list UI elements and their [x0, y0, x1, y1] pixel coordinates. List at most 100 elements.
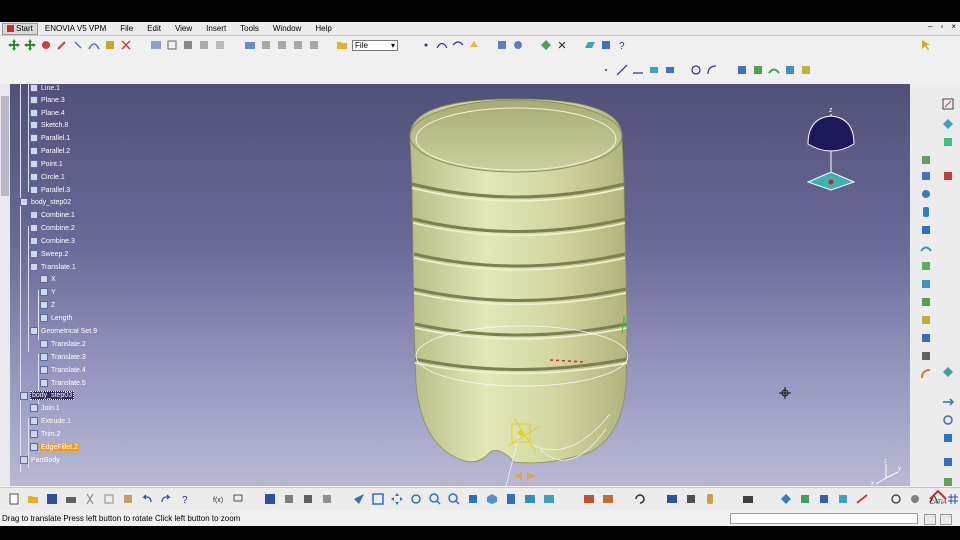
help-icon[interactable] [214, 39, 226, 51]
dot-icon[interactable] [600, 64, 612, 76]
new-icon[interactable] [8, 493, 20, 505]
tree-node-plane-4[interactable]: Plane.4 [30, 109, 66, 117]
fill-icon[interactable] [752, 64, 764, 76]
tree-node-parallel-2[interactable]: Parallel.2 [30, 147, 71, 155]
scrollbar-thumb[interactable] [1, 96, 9, 196]
move-icon[interactable] [8, 39, 20, 51]
symmetry-icon[interactable] [942, 432, 954, 444]
tree-node-combine-2[interactable]: Combine.2 [30, 224, 76, 232]
join-icon[interactable] [540, 39, 552, 51]
knowledge-icon[interactable] [685, 493, 697, 505]
tree-node-translate-3[interactable]: Translate.3 [40, 353, 87, 361]
tree-node-circle-1[interactable]: Circle.1 [30, 173, 66, 181]
analysis-icon[interactable] [942, 170, 954, 182]
open-icon[interactable] [244, 39, 256, 51]
tree-node-translate-5[interactable]: Translate.5 [40, 379, 87, 387]
minimize-icon[interactable]: – [928, 22, 932, 31]
swap-visible-icon[interactable] [543, 493, 555, 505]
split-tool-icon[interactable] [920, 350, 932, 362]
table-icon[interactable] [264, 493, 276, 505]
3d-viewport[interactable]: z z y x Line.1 Plane.3 Plane.4 Sketch.8 … [10, 84, 910, 486]
tree-node-combine-3[interactable]: Combine.3 [30, 237, 76, 245]
tree-node-plane-3[interactable]: Plane.3 [30, 96, 66, 104]
tree-node-translate-4[interactable]: Translate.4 [40, 366, 87, 374]
tree-node-line-1[interactable]: Line.1 [30, 84, 61, 92]
restore-icon[interactable]: ▫ [940, 22, 943, 31]
tree-node-sketch-8[interactable]: Sketch.8 [30, 121, 69, 129]
tree-node-parallel-1[interactable]: Parallel.1 [30, 134, 71, 142]
tree-node-param-y[interactable]: Y [40, 288, 57, 296]
fillet-tool-icon[interactable] [920, 368, 932, 380]
grid-icon[interactable] [600, 39, 612, 51]
line-icon[interactable] [616, 64, 628, 76]
tree-node-sweep-2[interactable]: Sweep.2 [30, 250, 69, 258]
iso-view-icon[interactable] [486, 493, 498, 505]
join-tool-icon[interactable] [920, 332, 932, 344]
cut-icon[interactable] [84, 493, 96, 505]
tree-node-body-step03[interactable]: body_step03 [20, 391, 75, 400]
copy-file-icon[interactable] [103, 493, 115, 505]
link-icon[interactable] [321, 493, 333, 505]
apply-material-icon[interactable] [198, 39, 210, 51]
fill-tool-icon[interactable] [920, 260, 932, 272]
catalog-bottom-icon[interactable] [302, 493, 314, 505]
blend-tool-icon[interactable] [920, 296, 932, 308]
sheet-icon[interactable] [260, 39, 272, 51]
snap-icon[interactable] [40, 39, 52, 51]
formula-icon[interactable]: f(x) [213, 493, 225, 505]
spline-icon[interactable] [436, 39, 448, 51]
curvature-icon[interactable] [837, 493, 849, 505]
tree-node-param-length[interactable]: Length [40, 314, 73, 322]
menu-tools[interactable]: Tools [233, 24, 266, 33]
tree-node-join-1[interactable]: Join.1 [30, 404, 61, 412]
hide-show-icon[interactable] [524, 493, 536, 505]
tree-node-partbody[interactable]: PartBody [20, 456, 61, 464]
tree-scrollbar[interactable] [0, 84, 10, 486]
fly-mode-icon[interactable] [353, 493, 365, 505]
paste-icon[interactable] [182, 39, 194, 51]
catalog-icon[interactable] [120, 39, 132, 51]
normal-view-icon[interactable] [467, 493, 479, 505]
compass-widget[interactable]: z [790, 102, 870, 197]
transform-icon[interactable] [942, 366, 954, 378]
revolve-icon[interactable] [512, 39, 524, 51]
sheet-3-icon[interactable] [292, 39, 304, 51]
select-arrow-icon[interactable] [920, 39, 932, 51]
fit-all-icon[interactable] [372, 493, 384, 505]
tree-node-edgefillet-2[interactable]: EdgeFillet.2 [30, 443, 79, 451]
tree-node-param-z[interactable]: Z [40, 301, 56, 309]
curve-icon[interactable] [88, 39, 100, 51]
print-icon[interactable] [65, 493, 77, 505]
tree-node-parallel-3[interactable]: Parallel.3 [30, 186, 71, 194]
command-input[interactable] [730, 513, 918, 524]
rotate-view-icon[interactable] [410, 493, 422, 505]
start-menu-button[interactable]: Start [2, 22, 38, 35]
offset-icon[interactable] [920, 224, 932, 236]
menu-view[interactable]: View [168, 24, 199, 33]
loft-icon[interactable] [784, 64, 796, 76]
zoom-in-icon[interactable] [429, 493, 441, 505]
analysis-bottom-icon[interactable] [799, 493, 811, 505]
point-icon[interactable] [420, 39, 432, 51]
sketch-icon[interactable] [942, 98, 954, 110]
redo-icon[interactable] [160, 493, 172, 505]
tree-node-point-1[interactable]: Point.1 [30, 160, 64, 168]
sheet-2-icon[interactable] [276, 39, 288, 51]
pan-view-icon[interactable] [391, 493, 403, 505]
save-icon[interactable] [46, 493, 58, 505]
status-button-1-icon[interactable] [924, 514, 936, 525]
axis-icon[interactable] [632, 64, 644, 76]
split-icon[interactable] [556, 39, 568, 51]
paste-file-icon[interactable] [122, 493, 134, 505]
porcupine-icon[interactable] [856, 493, 868, 505]
menu-help[interactable]: Help [308, 24, 338, 33]
whats-this-bottom-icon[interactable]: ? [179, 493, 191, 505]
pan-icon[interactable] [24, 39, 36, 51]
folder-icon[interactable] [336, 39, 348, 51]
axis-system-icon[interactable] [942, 456, 954, 468]
shading-icon[interactable] [505, 493, 517, 505]
tree-node-extrude-1[interactable]: Extrude.1 [30, 417, 72, 425]
draft-analysis-icon[interactable] [818, 493, 830, 505]
menu-edit[interactable]: Edit [140, 24, 168, 33]
menu-file[interactable]: File [113, 24, 140, 33]
